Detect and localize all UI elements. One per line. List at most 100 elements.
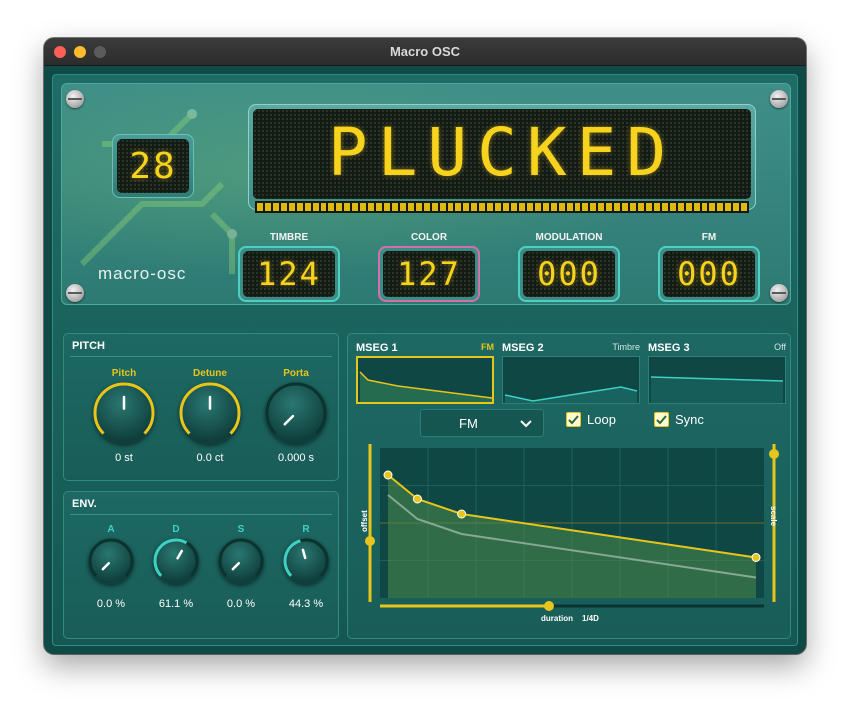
mseg-section: MSEG 1 FM MSEG 2 Timbre MSEG 3 Off FM Lo… [347,333,791,639]
mseg-tab-1[interactable]: MSEG 1 FM [356,342,494,404]
level-cell [487,203,494,211]
level-cell [312,203,319,211]
release-knob-value: 44.3 % [288,598,324,610]
envelope-point [412,494,422,504]
level-cell [423,203,430,211]
level-cell [622,203,629,211]
mseg-target-dropdown[interactable]: FM [420,409,544,437]
level-cell [717,203,724,211]
timbre-param[interactable]: TIMBRE 124 [238,232,340,302]
sync-checkbox[interactable] [654,412,669,427]
preset-name-display[interactable]: PLUCKED [248,104,756,213]
decay-knob-group: D 61.1 % [141,524,211,610]
level-cell [598,203,605,211]
scale-label: scale [769,506,778,527]
level-cell [304,203,311,211]
decay-knob[interactable] [153,538,199,584]
plugin-body: 28 PLUCKED macro-osc TIMBRE 124 COLOR 12… [52,74,798,646]
level-cell [590,203,597,211]
level-cell [693,203,700,211]
level-cell [415,203,422,211]
porta-knob[interactable] [265,382,327,444]
mseg-2-target: Timbre [612,342,640,352]
pitch-knob-label: Pitch [111,368,137,379]
check-icon [568,415,579,425]
release-knob[interactable] [283,538,329,584]
pitch-knob-value: 0 st [115,452,133,464]
level-cell [479,203,486,211]
level-cell [272,203,279,211]
screw-icon [66,90,84,108]
level-cell [296,203,303,211]
level-cell [511,203,517,211]
pitch-knob[interactable] [93,382,155,444]
mseg-2-name: MSEG 2 [502,342,544,354]
chevron-down-icon [520,420,532,428]
level-cell [733,203,740,211]
envelope-point [383,470,393,480]
level-cell [463,203,470,211]
attack-knob[interactable] [88,538,134,584]
loop-label: Loop [587,412,616,427]
duration-value: 1/4D [582,614,599,623]
release-knob-group: R 44.3 % [271,524,341,610]
mseg-editor-graph[interactable] [358,440,790,625]
preset-number-display[interactable]: 28 [112,134,194,198]
mseg-tab-3[interactable]: MSEG 3 Off [648,342,786,404]
knob-track [218,538,264,577]
level-cell [701,203,708,211]
level-cell [725,203,732,211]
level-cell [669,203,676,211]
mseg-1-target: FM [481,342,494,352]
level-cell [550,203,557,211]
fm-value: 000 [677,255,741,293]
porta-knob-group: Porta 0.000 s [261,368,331,464]
level-cell [431,203,438,211]
detune-knob-group: Detune 0.0 ct [175,368,245,464]
level-cell [614,203,621,211]
level-cell [638,203,644,211]
screw-icon [770,284,788,302]
color-param[interactable]: COLOR 127 [378,232,480,302]
sync-toggle[interactable]: Sync [654,412,704,427]
knob-pointer [101,561,111,571]
mseg-editor[interactable]: offset scale duration 1/4D [358,440,790,625]
window-title: Macro OSC [389,44,461,59]
level-cell [360,203,367,211]
level-cell [630,203,636,211]
level-cell [558,203,565,211]
level-cell [264,203,271,211]
modulation-param[interactable]: MODULATION 000 [518,232,620,302]
mseg-3-preview [648,356,786,404]
release-knob-label: R [302,524,310,535]
check-icon [656,415,667,425]
pitch-title: PITCH [72,340,105,352]
pitch-knob-group: Pitch 0 st [89,368,159,464]
porta-knob-value: 0.000 s [277,452,315,464]
level-cell [574,203,581,211]
level-cell [280,203,287,211]
duration-slider-handle [543,601,554,611]
level-cell [368,203,375,211]
level-cell [677,203,684,211]
pitch-section: PITCH Pitch 0 st Detune 0.0 ct Porta 0.0… [63,333,339,481]
scale-slider-handle [769,449,779,459]
envelope-point [457,509,467,519]
mseg-tab-2[interactable]: MSEG 2 Timbre [502,342,640,404]
porta-knob-label: Porta [283,368,309,379]
preset-name: PLUCKED [327,114,677,191]
level-cell [399,203,406,211]
level-cell [709,203,716,211]
knob-graphic [88,538,134,577]
mseg-target-value: FM [459,416,478,431]
detune-knob[interactable] [179,382,241,444]
timbre-value: 124 [257,255,321,293]
offset-slider-handle [365,536,375,546]
loop-toggle[interactable]: Loop [566,412,616,427]
level-cell [685,203,692,211]
title-bar: Macro OSC [44,38,806,66]
sustain-knob[interactable] [218,538,264,584]
knob-graphic [93,382,155,435]
fm-param[interactable]: FM 000 [658,232,760,302]
loop-checkbox[interactable] [566,412,581,427]
